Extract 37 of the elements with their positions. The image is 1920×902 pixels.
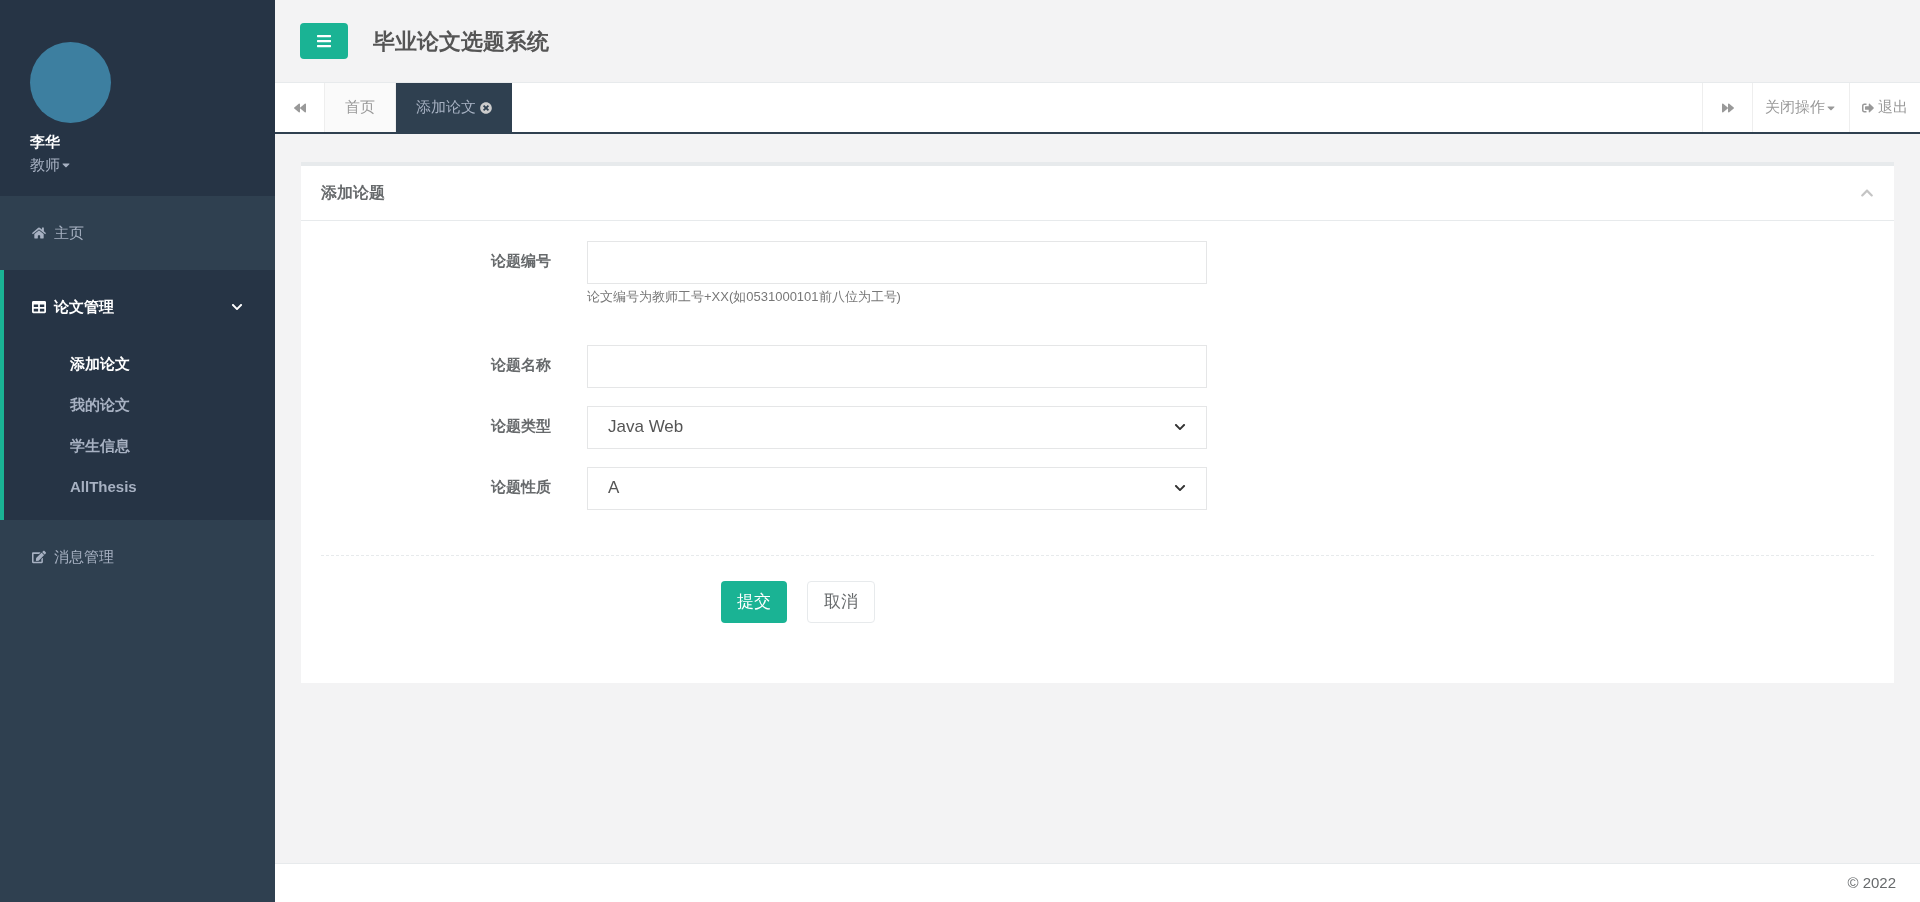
submenu-item[interactable]: 添加论文 [4, 344, 275, 385]
menu-button[interactable] [300, 23, 348, 59]
app-title: 毕业论文选题系统 [373, 27, 549, 56]
chevron-icon [1174, 482, 1186, 494]
field-label: 论题编号 [489, 251, 552, 271]
table-icon [32, 300, 46, 314]
sidebar-item[interactable]: 主页 [4, 196, 275, 270]
chevron-icon [1174, 421, 1186, 433]
close-operations-dropdown[interactable]: 关闭操作 [1752, 83, 1849, 132]
submenu-item[interactable]: 我的论文 [4, 385, 275, 426]
chevron-icon [231, 301, 243, 313]
select-field[interactable]: A [587, 466, 1207, 510]
input-field[interactable] [587, 344, 1207, 388]
sidebar-item[interactable]: 消息管理 [4, 520, 275, 594]
submenu-item[interactable]: 学生信息 [4, 426, 275, 467]
double-right-icon [1721, 101, 1734, 114]
select-field[interactable]: Java Web [587, 405, 1207, 449]
help-text: 论文编号为教师工号+XX(如0531000101前八位为工号) [587, 288, 902, 306]
close-icon [480, 101, 492, 114]
user-role-dropdown[interactable]: 教师 [30, 153, 72, 176]
submenu-item[interactable]: AllThesis [4, 467, 275, 508]
field-label: 论题名称 [489, 354, 552, 375]
logout-icon [1862, 101, 1874, 114]
field-label: 论题性质 [489, 476, 552, 497]
sidebar-item[interactable]: 论文管理 [4, 270, 275, 344]
copyright-text: © 2022 [1847, 872, 1896, 893]
page-tab[interactable]: 添加论文 [396, 83, 512, 132]
input-field[interactable] [587, 241, 1207, 284]
cancel-button[interactable]: 取消 [807, 580, 875, 623]
panel-title: 添加论题 [321, 183, 385, 203]
logout-button[interactable]: 退出 [1849, 83, 1920, 132]
field-label: 论题类型 [489, 415, 552, 436]
user-name: 李华 [30, 132, 61, 152]
home-icon [32, 226, 46, 240]
edit-icon [32, 550, 46, 564]
double-left-icon [293, 101, 306, 114]
menu-icon [316, 33, 332, 49]
